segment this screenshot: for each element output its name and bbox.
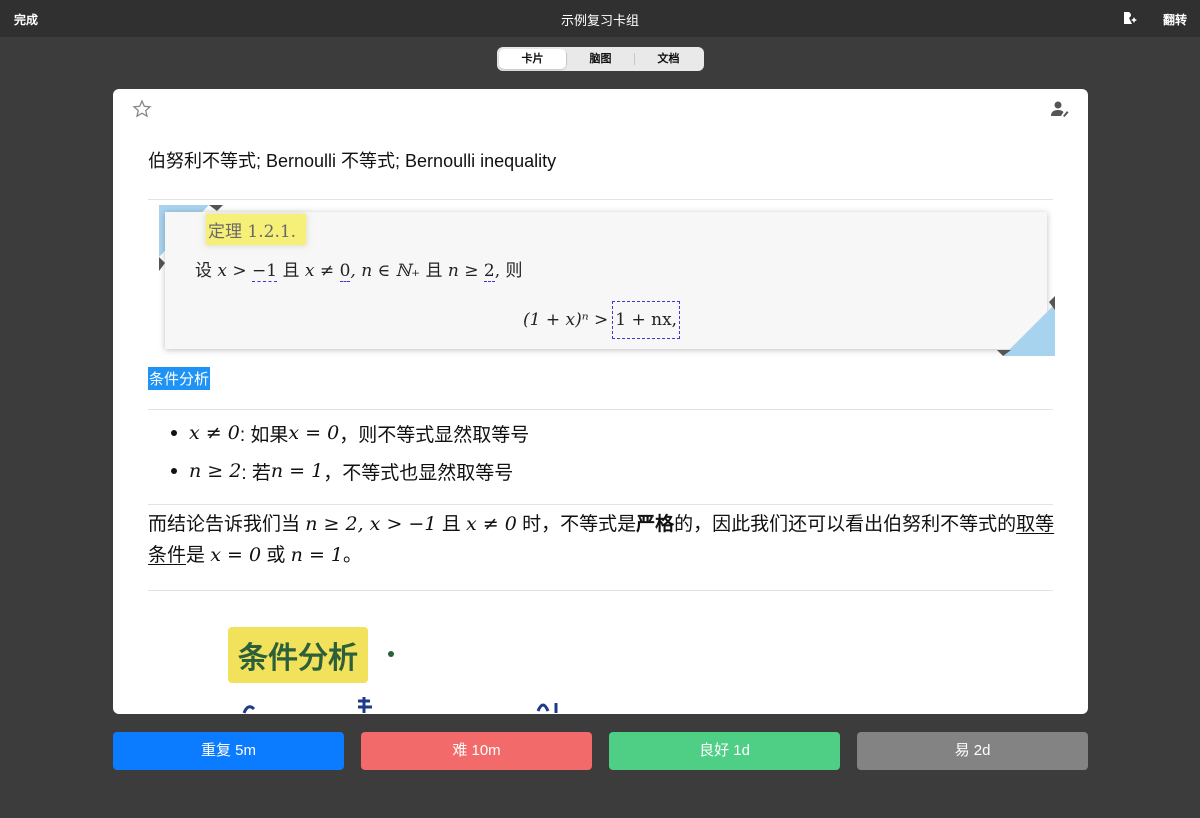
bullet-text: : 若 (241, 462, 271, 484)
handwritten-scribble (242, 697, 558, 714)
conclusion-paragraph: 而结论告诉我们当 n ≥ 2, x > −1 且 x ≠ 0 时，不等式是严格的… (148, 509, 1063, 571)
tab-mindmap[interactable]: 脑图 (567, 49, 634, 69)
divider (148, 590, 1053, 591)
top-bar: 完成 示例复习卡组 翻转 (0, 0, 1200, 37)
para-text: 时，不等式是 (516, 514, 637, 535)
star-icon[interactable] (132, 99, 152, 119)
corner-ribbon (997, 296, 1055, 356)
premise-math-underlined: 2 (483, 261, 495, 282)
premise-math: n ≥ (447, 261, 484, 281)
review-card: 伯努利不等式; Bernoulli 不等式; Bernoulli inequal… (113, 89, 1088, 714)
bullet-dot (171, 468, 177, 474)
repeat-button[interactable]: 重复 5m (113, 732, 344, 770)
bullet-math: x = 0 (288, 422, 340, 444)
para-bold: 严格 (636, 514, 675, 535)
tab-document[interactable]: 文档 (635, 49, 702, 69)
equation-left: (1 + x)ⁿ > (523, 310, 609, 330)
card-front-text: 伯努利不等式; Bernoulli 不等式; Bernoulli inequal… (148, 151, 557, 171)
para-math: x ≠ 0 (465, 513, 517, 535)
para-text: 且 (436, 514, 466, 535)
para-text: 是 (186, 545, 211, 566)
para-text: 。 (343, 545, 363, 566)
bullet-math: n = 1 (270, 460, 324, 482)
theorem-title: 定理 1.2.1. (206, 214, 307, 245)
easy-button[interactable]: 易 2d (857, 732, 1088, 770)
flip-button[interactable]: 翻转 (1163, 11, 1187, 28)
para-math: n ≥ 2, x > −1 (305, 513, 437, 535)
tab-card[interactable]: 卡片 (499, 49, 566, 69)
para-text: 或 (261, 545, 291, 566)
divider (148, 504, 1053, 505)
theorem-equation: (1 + x)ⁿ >1 + nx, (523, 301, 681, 339)
bullet-text: ，则不等式显然取等号 (339, 424, 530, 446)
divider (148, 409, 1053, 410)
premise-text: 且 (277, 261, 305, 281)
premise-math-underlined: −1 (252, 261, 278, 282)
list-item: n ≥ 2 : 若 n = 1 ，不等式也显然取等号 (171, 452, 529, 490)
para-text: 而结论告诉我们当 (148, 514, 306, 535)
hard-button[interactable]: 难 10m (361, 732, 592, 770)
premise-text: 设 (195, 261, 218, 281)
bullet-dot (171, 430, 177, 436)
theorem-box: 定理 1.2.1. 设 x > −1 且 x ≠ 0, n ∈ ℕ₊ 且 n ≥… (165, 212, 1047, 349)
bullet-math: x ≠ 0 (189, 422, 240, 444)
section-label-highlighted: 条件分析 (148, 367, 211, 390)
theorem-premise: 设 x > −1 且 x ≠ 0, n ∈ ℕ₊ 且 n ≥ 2, 则 (195, 256, 523, 282)
handwritten-label: 条件分析 (228, 627, 368, 683)
list-item: x ≠ 0 : 如果 x = 0 ，则不等式显然取等号 (171, 414, 529, 452)
para-text: 的，因此我们还可以看出伯努利不等式的 (674, 514, 1017, 535)
deck-title: 示例复习卡组 (560, 13, 639, 28)
bullet-text: : 如果 (239, 424, 289, 446)
view-segmented-control: 卡片 脑图 文档 (497, 47, 704, 71)
good-button[interactable]: 良好 1d (609, 732, 840, 770)
pencil-sparkle-icon[interactable] (1120, 8, 1140, 28)
premise-math: x > (217, 261, 253, 281)
bullet-math: n ≥ 2 (189, 460, 242, 482)
premise-math: , n ∈ ℕ₊ (350, 261, 421, 281)
handwritten-dot (388, 651, 394, 657)
divider (148, 199, 1053, 200)
bullet-list: x ≠ 0 : 如果 x = 0 ，则不等式显然取等号 n ≥ 2 : 若 n … (171, 414, 529, 490)
premise-math: x ≠ (304, 261, 340, 281)
person-edit-icon[interactable] (1050, 99, 1070, 119)
premise-text: 且 (420, 261, 448, 281)
para-math: x = 0 (210, 544, 262, 566)
bullet-text: ，不等式也显然取等号 (323, 462, 514, 484)
premise-text: , 则 (494, 261, 523, 281)
cloze-box[interactable]: 1 + nx, (612, 301, 681, 339)
premise-math-underlined: 0 (339, 261, 351, 282)
para-math: n = 1 (290, 544, 343, 566)
